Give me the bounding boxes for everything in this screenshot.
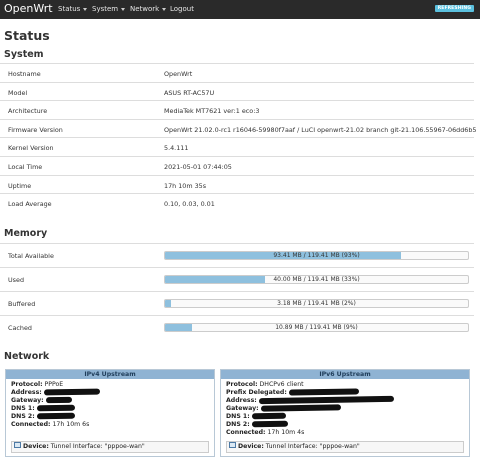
- system-row-value: 17h 10m 35s: [164, 181, 207, 190]
- system-row: Uptime 17h 10m 35s: [0, 174, 474, 194]
- memory-progress-text: 10.89 MB / 119.41 MB (9%): [275, 324, 358, 331]
- memory-progress-text: 93.41 MB / 119.41 MB (93%): [273, 252, 360, 259]
- system-row: Model ASUS RT-AC57U: [0, 81, 474, 101]
- redaction-mark: [36, 404, 75, 412]
- ipv4-device-box: Device: Tunnel Interface: "pppoe-wan": [11, 441, 209, 453]
- system-row-value: 2021-05-01 07:44:05: [164, 163, 232, 171]
- system-row-value: ASUS RT-AC57U: [164, 88, 215, 97]
- ipv4-connected-line: Connected: 17h 10m 6s: [11, 421, 90, 428]
- ipv6-address-line: Address:: [226, 395, 394, 405]
- system-row-label: Model: [8, 88, 28, 97]
- redaction-mark: [288, 388, 359, 396]
- top-navbar: OpenWrt Status System Network Logout REF…: [0, 0, 480, 19]
- chevron-down-icon: [121, 7, 126, 11]
- ipv4-upstream-panel: IPv4 Upstream Protocol: PPPoE Address: G…: [5, 369, 215, 457]
- page-title: Status: [4, 28, 50, 43]
- system-row: Local Time 2021-05-01 07:44:05: [0, 156, 474, 175]
- nav-network-menu[interactable]: Network: [130, 0, 167, 19]
- memory-progress-text: 40.00 MB / 119.41 MB (33%): [273, 276, 360, 283]
- memory-progress-bar: 40.00 MB / 119.41 MB (33%): [164, 275, 469, 284]
- chevron-down-icon: [83, 7, 88, 11]
- system-row-label: Architecture: [8, 107, 48, 116]
- system-row: Firmware Version OpenWrt 21.02.0-rc1 r160…: [0, 118, 477, 138]
- section-title-memory: Memory: [4, 228, 48, 239]
- redaction-mark: [45, 396, 72, 404]
- redaction-mark: [258, 395, 394, 405]
- system-row: Architecture MediaTek MT7621 ver:1 eco:3: [0, 100, 474, 119]
- system-row-label: Hostname: [8, 70, 41, 78]
- memory-row: Cached 10.89 MB / 119.41 MB (9%): [0, 315, 474, 339]
- nav-status-label: Status: [58, 5, 81, 13]
- section-title-system: System: [4, 49, 44, 60]
- ipv4-dns2-line: DNS 2:: [11, 412, 75, 420]
- redaction-mark: [251, 412, 286, 420]
- system-row-value: 5.4.111: [164, 144, 189, 153]
- memory-progress-bar: 10.89 MB / 119.41 MB (9%): [164, 323, 469, 332]
- redaction-mark: [43, 388, 100, 396]
- section-title-network: Network: [4, 351, 50, 362]
- memory-row-label: Used: [8, 276, 24, 284]
- memory-row: Total Available 93.41 MB / 119.41 MB (93%…: [0, 243, 474, 267]
- memory-row-label: Buffered: [8, 300, 36, 308]
- system-row-label: Local Time: [8, 163, 43, 171]
- ipv6-connected-line: Connected: 17h 10m 4s: [226, 429, 305, 436]
- system-row-label: Uptime: [8, 181, 32, 190]
- system-row-label: Kernel Version: [8, 144, 54, 153]
- system-row-label: Firmware Version: [8, 125, 63, 134]
- redaction-mark: [251, 420, 288, 428]
- nav-network-label: Network: [130, 5, 160, 13]
- ipv6-prefix-line: Prefix Delegated:: [226, 388, 359, 396]
- brand-logo[interactable]: OpenWrt: [4, 1, 53, 17]
- system-row-value: 0.10, 0.03, 0.01: [164, 200, 215, 209]
- ipv6-gateway-line: Gateway:: [226, 404, 341, 412]
- memory-progress-bar: 93.41 MB / 119.41 MB (93%): [164, 251, 469, 260]
- network-device-icon: [14, 442, 21, 448]
- network-device-icon: [229, 442, 236, 448]
- system-row-value: OpenWrt: [164, 70, 193, 78]
- nav-status-menu[interactable]: Status: [58, 0, 88, 19]
- system-row-value: MediaTek MT7621 ver:1 eco:3: [164, 107, 260, 116]
- redaction-mark: [36, 412, 75, 420]
- memory-progress-text: 3.18 MB / 119.41 MB (2%): [277, 300, 356, 307]
- ipv6-dns2-line: DNS 2:: [226, 420, 288, 428]
- system-row: Load Average 0.10, 0.03, 0.01: [0, 193, 474, 212]
- ipv4-protocol-line: Protocol: PPPoE: [11, 381, 64, 388]
- memory-row-label: Total Available: [8, 252, 54, 260]
- memory-progress-bar: 3.18 MB / 119.41 MB (2%): [164, 299, 469, 308]
- ipv6-upstream-panel: IPv6 Upstream Protocol: DHCPv6 client Pr…: [220, 369, 470, 457]
- system-row-label: Load Average: [8, 200, 52, 209]
- ipv6-dns1-line: DNS 1:: [226, 412, 286, 420]
- ipv4-gateway-line: Gateway:: [11, 396, 72, 404]
- ipv4-dns1-line: DNS 1:: [11, 404, 75, 412]
- ipv4-panel-header: IPv4 Upstream: [6, 370, 214, 379]
- memory-row-label: Cached: [8, 324, 32, 332]
- ipv6-device-box: Device: Tunnel Interface: "pppoe-wan": [226, 441, 464, 453]
- chevron-down-icon: [162, 7, 167, 11]
- nav-logout-link[interactable]: Logout: [170, 0, 194, 19]
- nav-system-label: System: [92, 5, 119, 13]
- nav-system-menu[interactable]: System: [92, 0, 126, 19]
- system-row: Hostname OpenWrt: [0, 63, 474, 82]
- ipv6-protocol-line: Protocol: DHCPv6 client: [226, 381, 304, 388]
- system-row-value: OpenWrt 21.02.0-rc1 r16046-59980f7aaf / …: [164, 125, 477, 134]
- memory-row: Used 40.00 MB / 119.41 MB (33%): [0, 267, 474, 291]
- redaction-mark: [260, 404, 341, 412]
- system-row: Kernel Version 5.4.111: [0, 137, 474, 156]
- ipv6-panel-header: IPv6 Upstream: [221, 370, 469, 379]
- ipv4-address-line: Address:: [11, 388, 100, 396]
- memory-row: Buffered 3.18 MB / 119.41 MB (2%): [0, 291, 474, 315]
- refresh-toggle-badge[interactable]: REFRESHING: [434, 5, 474, 12]
